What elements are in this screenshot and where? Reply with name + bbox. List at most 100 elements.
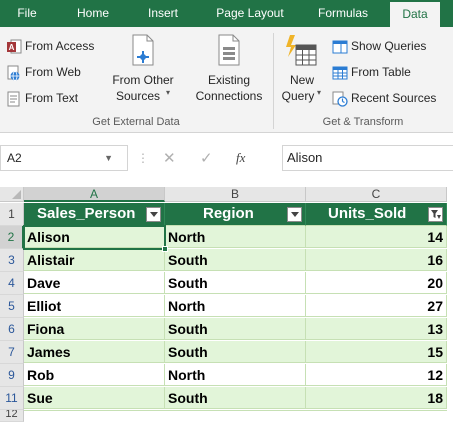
row-header[interactable]: 5 [0, 295, 24, 318]
cancel-icon[interactable]: ✕ [163, 149, 176, 167]
row-header[interactable]: 9 [0, 364, 24, 387]
cell-units-sold[interactable]: 14 [306, 226, 447, 248]
tab-formulas[interactable]: Formulas [312, 0, 374, 27]
row-header[interactable]: 6 [0, 318, 24, 341]
formula-input[interactable]: Alison [282, 145, 453, 171]
table-header-cell[interactable]: Units_Sold [306, 203, 447, 226]
row-header[interactable]: 12 [0, 410, 24, 422]
cell-sales-person[interactable]: Sue [24, 387, 165, 409]
from-text-label: From Text [25, 91, 79, 105]
table-header-units-sold: Units_Sold [328, 205, 407, 222]
tab-insert[interactable]: Insert [141, 0, 185, 27]
show-queries-button[interactable]: Show Queries [332, 37, 450, 57]
table-header-cell[interactable]: Sales_Person [24, 203, 165, 226]
empty-row-strip [24, 410, 447, 422]
recent-sources-label: Recent Sources [351, 91, 437, 105]
cell-sales-person[interactable]: James [24, 341, 165, 363]
web-globe-icon [7, 65, 20, 81]
chevron-down-icon[interactable]: ▼ [104, 146, 113, 170]
cell-units-sold[interactable]: 18 [306, 387, 447, 409]
row-header[interactable]: 3 [0, 249, 24, 272]
tab-data[interactable]: Data [390, 2, 440, 27]
existing-connections-label-2: Connections [195, 89, 263, 103]
chevron-down-icon: ▾ [317, 88, 322, 97]
column-header-c[interactable]: C [306, 187, 447, 202]
new-query-label-1: New [289, 73, 314, 87]
cell-sales-person[interactable]: Alison [24, 226, 165, 248]
table-header-cell[interactable]: Region [165, 203, 306, 226]
recent-sources-button[interactable]: Recent Sources [332, 89, 450, 109]
row-header[interactable]: 1 [0, 203, 24, 226]
group-label-get-external-data: Get External Data [92, 116, 180, 128]
tab-page-layout[interactable]: Page Layout [210, 0, 290, 27]
column-header-b[interactable]: B [165, 187, 306, 202]
cell-region[interactable]: South [165, 387, 306, 409]
tab-home[interactable]: Home [72, 0, 114, 27]
queries-pane-icon [332, 40, 348, 54]
cell-sales-person[interactable]: Fiona [24, 318, 165, 340]
connections-icon [218, 34, 240, 66]
other-sources-icon [132, 34, 154, 66]
new-query-icon [286, 35, 317, 66]
select-all-triangle-icon [12, 190, 21, 199]
new-query-label-2: Query [281, 89, 315, 103]
enter-check-icon[interactable]: ✓ [200, 149, 213, 167]
from-table-button[interactable]: From Table [332, 63, 450, 83]
row-header[interactable]: 2 [0, 226, 24, 249]
grip-separator-icon: ⋮ [137, 151, 149, 165]
filter-dropdown-icon[interactable] [287, 207, 302, 222]
new-query-button[interactable]: New Query ▾ [276, 31, 328, 113]
cell-region[interactable]: North [165, 226, 306, 248]
cell-sales-person[interactable]: Alistair [24, 249, 165, 271]
recent-clock-icon [332, 91, 348, 107]
cell-sales-person[interactable]: Dave [24, 272, 165, 294]
ribbon-data: A From Access From Web From Text From Ot… [0, 27, 453, 133]
show-queries-label: Show Queries [351, 39, 427, 53]
existing-connections-button[interactable]: Existing Connections [188, 31, 270, 113]
cell-units-sold[interactable]: 15 [306, 341, 447, 363]
fill-handle[interactable] [162, 246, 168, 252]
cell-units-sold[interactable]: 16 [306, 249, 447, 271]
from-web-button[interactable]: From Web [6, 63, 102, 83]
group-label-get-transform: Get & Transform [322, 116, 404, 128]
table-icon [332, 66, 348, 80]
cell-sales-person[interactable]: Rob [24, 364, 165, 386]
access-db-icon: A [7, 39, 22, 54]
cell-region[interactable]: South [165, 249, 306, 271]
tab-file[interactable]: File [8, 0, 46, 27]
formula-bar: A2 ▼ ⋮ ✕ ✓ fx Alison [0, 139, 453, 177]
column-header-a[interactable]: A [24, 187, 165, 202]
cell-region[interactable]: South [165, 318, 306, 340]
from-other-label-2: Sources [115, 89, 161, 103]
cell-region[interactable]: South [165, 341, 306, 363]
row-header[interactable]: 4 [0, 272, 24, 295]
svg-text:A: A [9, 43, 15, 52]
chevron-down-icon: ▾ [166, 88, 171, 97]
row-header[interactable]: 11 [0, 387, 24, 410]
cell-region[interactable]: South [165, 272, 306, 294]
cell-units-sold[interactable]: 27 [306, 295, 447, 317]
row-header[interactable]: 7 [0, 341, 24, 364]
worksheet-grid: A B C 1 2 3 4 5 6 7 9 11 12 Sales_Person… [0, 187, 453, 422]
cell-region[interactable]: North [165, 295, 306, 317]
filter-applied-icon[interactable] [428, 207, 443, 222]
group-separator [273, 33, 274, 129]
ribbon-tab-bar: File Home Insert Page Layout Formulas Da… [0, 0, 453, 27]
from-other-sources-button[interactable]: From Other Sources ▾ [104, 31, 182, 113]
cell-sales-person[interactable]: Elliot [24, 295, 165, 317]
from-access-button[interactable]: A From Access [6, 37, 102, 57]
insert-function-icon[interactable]: fx [236, 150, 245, 166]
filter-dropdown-icon[interactable] [146, 207, 161, 222]
from-text-button[interactable]: From Text [6, 89, 102, 109]
from-web-label: From Web [25, 65, 81, 79]
cell-units-sold[interactable]: 12 [306, 364, 447, 386]
existing-connections-label-1: Existing [207, 73, 251, 87]
from-access-label: From Access [25, 39, 95, 53]
select-all-corner[interactable] [0, 187, 24, 202]
from-other-label-1: From Other [112, 73, 174, 87]
cell-units-sold[interactable]: 20 [306, 272, 447, 294]
name-box[interactable]: A2 ▼ [0, 145, 128, 171]
from-table-label: From Table [351, 65, 411, 79]
cell-region[interactable]: North [165, 364, 306, 386]
cell-units-sold[interactable]: 13 [306, 318, 447, 340]
